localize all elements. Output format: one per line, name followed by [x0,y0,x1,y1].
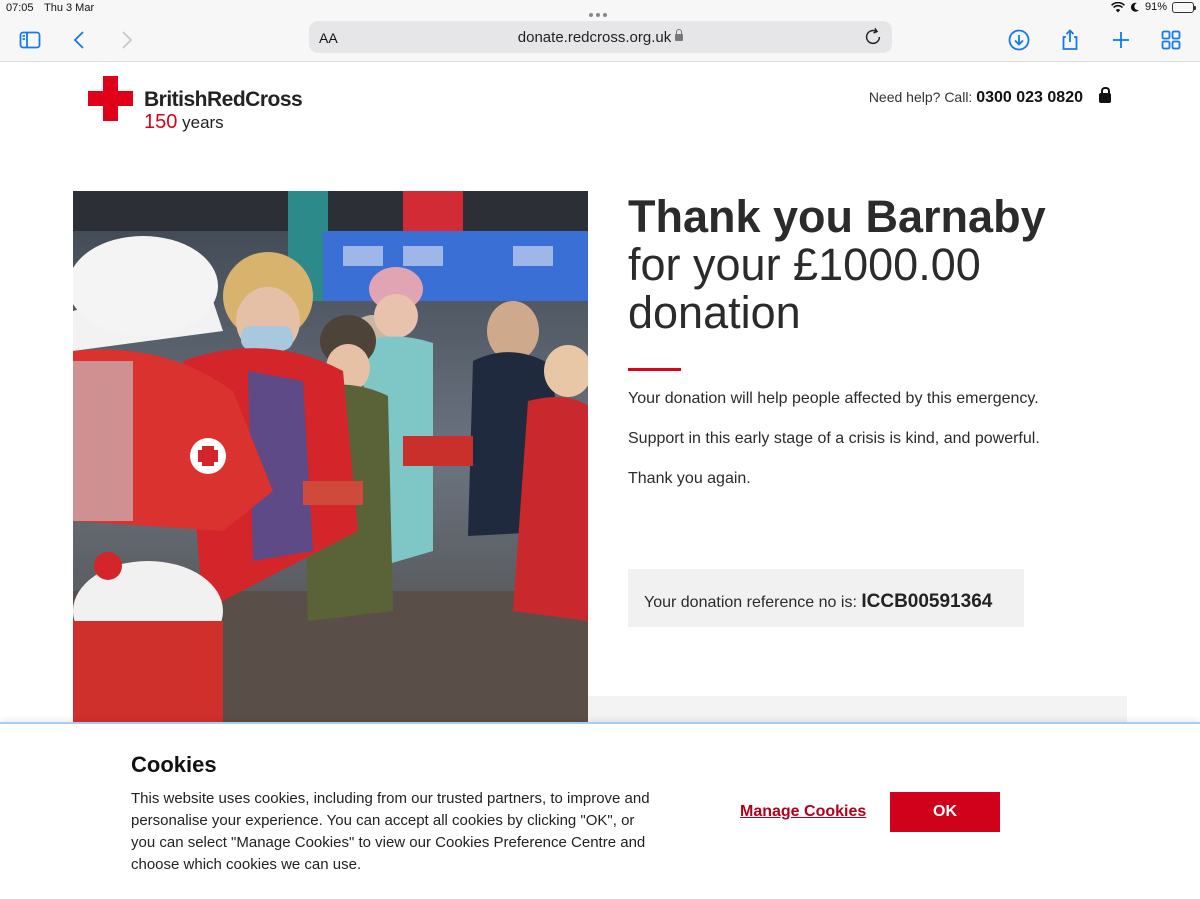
wifi-icon [1111,1,1125,12]
share-icon[interactable] [1056,26,1084,54]
new-tab-icon[interactable] [1107,26,1135,54]
sidebar-toggle-icon[interactable] [16,26,44,54]
thank-you-heading: Thank you Barnaby for your £1000.00 dona… [628,193,1108,337]
browser-toolbar: AA donate.redcross.org.uk [0,18,1200,62]
back-icon[interactable] [66,26,94,54]
red-cross-icon [88,76,133,121]
cookie-description: This website uses cookies, including fro… [131,790,650,873]
donation-reference-box: Your donation reference no is: ICCB00591… [628,569,1024,627]
status-indicators: 91% [1111,1,1196,13]
reference-line: Your donation reference no is: ICCB00591… [644,591,992,613]
url-text: donate.redcross.org.uk [517,29,672,46]
support-text: Support in this early stage of a crisis … [628,430,1040,447]
cookie-title: Cookies [131,752,217,777]
help-label: Need help? Call: [868,89,973,105]
volunteers-photo-illustration [73,191,588,724]
donation-amount-line: for your £1000.00 [628,239,981,290]
accept-cookies-button[interactable]: OK [890,792,1000,832]
help-phone[interactable]: 0300 023 0820 [976,89,1083,106]
lock-icon [675,29,684,41]
battery-percent: 91% [1144,1,1167,13]
years-number: 150 [144,111,178,133]
red-divider [628,368,681,371]
reference-code: ICCB00591364 [861,591,993,612]
status-time: 07:05 [6,2,34,14]
help-line: Need help? Call: 0300 023 0820 [869,89,1083,107]
brand-name: BritishRedCross [144,88,303,111]
years-word: years [182,113,224,132]
url-display[interactable]: donate.redcross.org.uk [309,29,892,46]
impact-text: Your donation will help people affected … [628,390,1039,407]
moon-icon [1130,2,1139,12]
donation-word-line: donation [628,287,801,338]
forward-icon[interactable] [112,26,140,54]
thank-you-name: Thank you Barnaby [628,191,1046,242]
battery-icon [1172,1,1196,13]
downloads-icon[interactable] [1005,26,1033,54]
secure-padlock-icon [1099,87,1111,103]
hero-photo [73,191,588,724]
address-bar[interactable]: AA donate.redcross.org.uk [309,21,892,53]
manage-cookies-link[interactable]: Manage Cookies [740,803,866,821]
thanks-again-text: Thank you again. [628,470,751,487]
status-date: Thu 3 Mar [44,2,95,14]
reference-label: Your donation reference no is: [644,594,857,611]
tab-overview-icon[interactable] [1157,26,1185,54]
multitasking-dots-icon[interactable] [589,8,611,17]
cookie-banner: Cookies This website uses cookies, inclu… [0,722,1200,899]
status-bar: 07:05 Thu 3 Mar 91% [0,0,1200,18]
content-footer-strip [588,696,1127,724]
reload-icon[interactable] [862,26,884,48]
anniversary-tagline: 150 years [144,111,224,134]
